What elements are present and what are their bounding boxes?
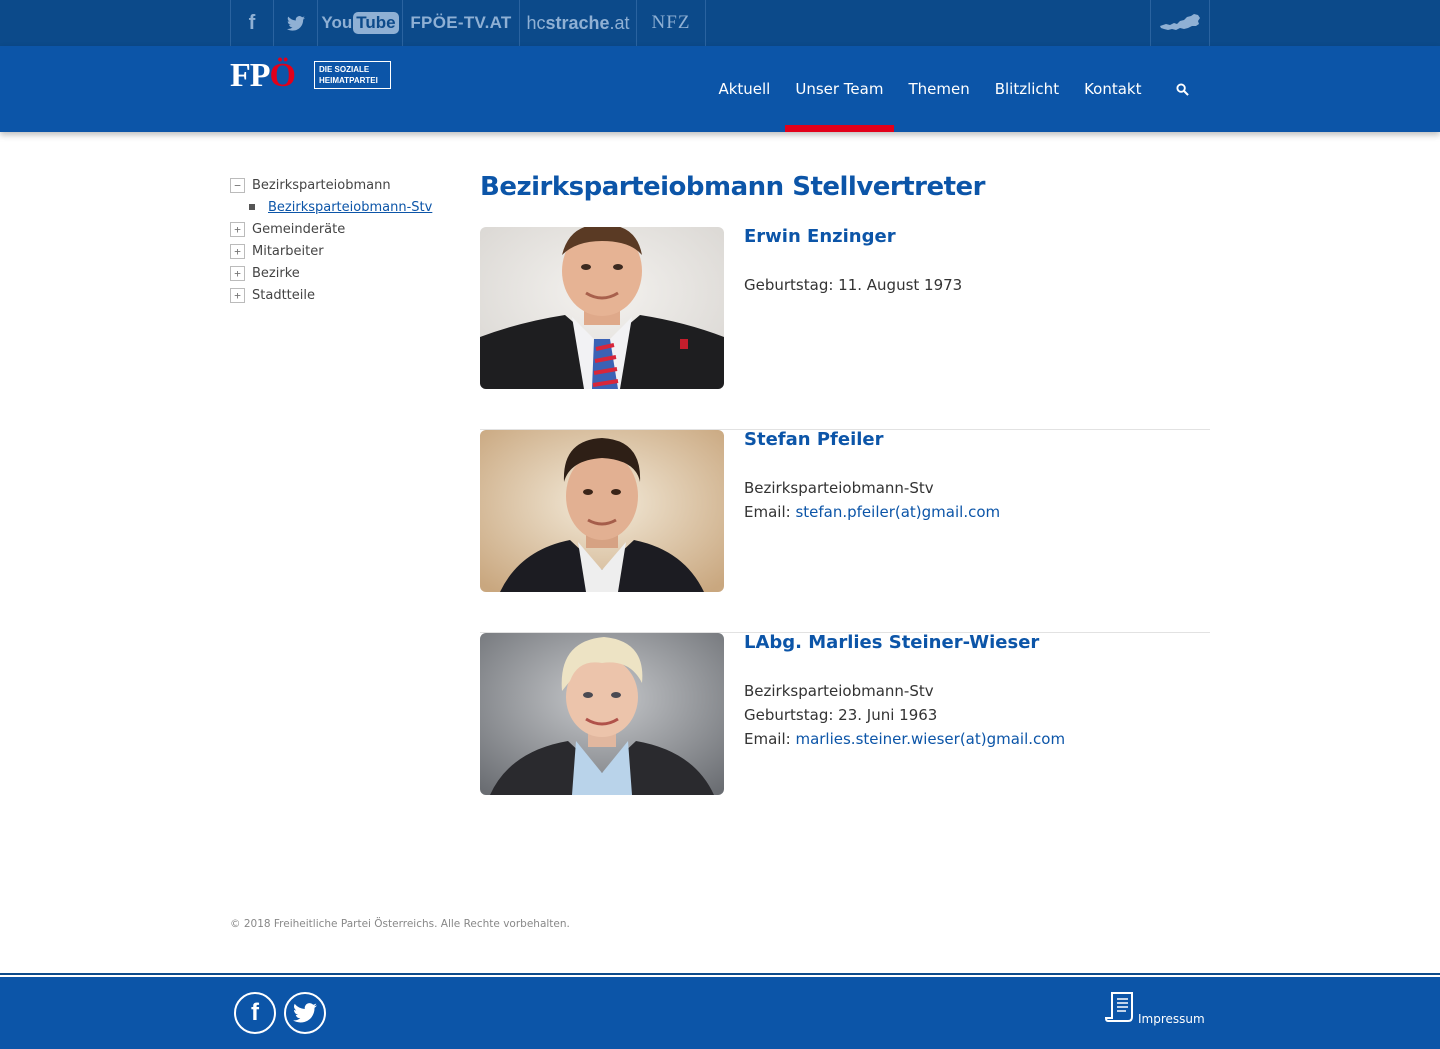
- footer-facebook-icon[interactable]: f: [234, 992, 276, 1034]
- tree-item-label[interactable]: Bezirksparteiobmann: [252, 178, 391, 193]
- person-name: Erwin Enzinger: [744, 226, 896, 247]
- fpoe-logo[interactable]: FPÖ DIE SOZIALE HEIMATPARTEI: [230, 57, 392, 94]
- tree-item-gemeinderaete[interactable]: + Gemeinderäte: [230, 218, 450, 240]
- social-topbar: f You Tube FPÖE-TV.AT hc strache .at NFZ: [0, 0, 1440, 46]
- tree-item-label[interactable]: Stadtteile: [252, 288, 315, 303]
- person-role: Bezirksparteiobmann-Stv: [744, 479, 934, 497]
- tree-item-mitarbeiter[interactable]: + Mitarbeiter: [230, 240, 450, 262]
- tree-item-label[interactable]: Bezirke: [252, 266, 300, 281]
- main-nav: Aktuell Unser Team Themen Blitzlicht Kon…: [706, 46, 1210, 132]
- person-photo: [480, 430, 724, 592]
- logo-tagline-2: HEIMATPARTEI: [319, 76, 378, 85]
- fpoe-tv-link[interactable]: FPÖE-TV.AT: [402, 0, 519, 46]
- tree-item-label[interactable]: Gemeinderäte: [252, 222, 345, 237]
- expand-toggle-icon[interactable]: +: [230, 287, 245, 303]
- hcstrache-hc: hc: [526, 12, 546, 33]
- square-bullet-icon: [249, 204, 255, 210]
- person-email-line: Email: stefan.pfeiler(at)gmail.com: [744, 500, 1210, 524]
- email-label: Email:: [744, 503, 796, 521]
- nav-blitzlicht[interactable]: Blitzlicht: [982, 46, 1071, 132]
- tree-item-bezirksparteiobmann[interactable]: − Bezirksparteiobmann: [230, 174, 450, 196]
- person-role: Bezirksparteiobmann-Stv: [744, 682, 934, 700]
- email-label: Email:: [744, 730, 796, 748]
- tree-item-bezirke[interactable]: + Bezirke: [230, 262, 450, 284]
- footer-divider: [0, 973, 1440, 975]
- search-icon[interactable]: [1154, 46, 1210, 132]
- tree-item-label[interactable]: Mitarbeiter: [252, 244, 324, 259]
- person-card: Stefan Pfeiler Bezirksparteiobmann-Stv E…: [480, 430, 1210, 633]
- twitter-icon[interactable]: [273, 0, 317, 46]
- nav-kontakt[interactable]: Kontakt: [1072, 46, 1154, 132]
- email-link[interactable]: stefan.pfeiler(at)gmail.com: [795, 503, 1000, 521]
- person-birthday: Geburtstag: 11. August 1973: [744, 276, 963, 294]
- impressum-label[interactable]: Impressum: [1138, 1012, 1205, 1026]
- facebook-icon[interactable]: f: [230, 0, 273, 46]
- document-icon: [1104, 991, 1136, 1026]
- logo-o: Ö: [269, 57, 296, 94]
- logo-fp: FP: [230, 57, 271, 94]
- collapse-toggle-icon[interactable]: −: [230, 177, 245, 193]
- main-header: FPÖ DIE SOZIALE HEIMATPARTEI Aktuell Uns…: [0, 46, 1440, 132]
- nav-unser-team[interactable]: Unser Team: [783, 46, 896, 132]
- hcstrache-strache: strache: [545, 12, 610, 33]
- person-name: LAbg. Marlies Steiner-Wieser: [744, 632, 1040, 653]
- impressum-link[interactable]: Impressum: [1104, 992, 1205, 1026]
- expand-toggle-icon[interactable]: +: [230, 243, 245, 259]
- austria-map-icon[interactable]: [1150, 0, 1210, 46]
- logo-letters: FPÖ: [230, 57, 296, 94]
- youtube-logo: You Tube: [321, 12, 399, 34]
- page-title: Bezirksparteiobmann Stellvertreter: [480, 172, 986, 202]
- tree-item-stadtteile[interactable]: + Stadtteile: [230, 284, 450, 306]
- footer-twitter-icon[interactable]: [284, 992, 326, 1034]
- nav-themen[interactable]: Themen: [896, 46, 982, 132]
- person-card: LAbg. Marlies Steiner-Wieser Bezirkspart…: [480, 633, 1210, 836]
- person-photo: [480, 633, 724, 795]
- person-card: Erwin Enzinger Geburtstag: 11. August 19…: [480, 227, 1210, 430]
- tree-item-bezirksparteiobmann-stv[interactable]: Bezirksparteiobmann-Stv: [230, 196, 450, 218]
- person-birthday: Geburtstag: 23. Juni 1963: [744, 706, 938, 724]
- social-topbar-inner: f You Tube FPÖE-TV.AT hc strache .at NFZ: [230, 0, 1210, 46]
- main-content: Bezirksparteiobmann Stellvertreter Erwin…: [480, 166, 1210, 836]
- youtube-link[interactable]: You Tube: [317, 0, 402, 46]
- youtube-you-text: You: [321, 13, 353, 32]
- tree-item-label-link[interactable]: Bezirksparteiobmann-Stv: [268, 200, 432, 215]
- person-photo: [480, 227, 724, 389]
- person-email-line: Email: marlies.steiner.wieser(at)gmail.c…: [744, 727, 1210, 751]
- expand-toggle-icon[interactable]: +: [230, 265, 245, 281]
- hcstrache-at: .at: [609, 12, 630, 33]
- person-info: Erwin Enzinger Geburtstag: 11. August 19…: [744, 227, 1210, 297]
- logo-tagline: DIE SOZIALE HEIMATPARTEI: [314, 61, 391, 89]
- person-name: Stefan Pfeiler: [744, 429, 884, 450]
- logo-tagline-1: DIE SOZIALE: [319, 65, 370, 74]
- nfz-link[interactable]: NFZ: [636, 0, 706, 46]
- copyright-text: © 2018 Freiheitliche Partei Österreichs.…: [230, 918, 570, 930]
- team-tree-nav: − Bezirksparteiobmann Bezirksparteiobman…: [230, 174, 450, 306]
- page-footer: f Impressum: [0, 977, 1440, 1049]
- person-info: Stefan Pfeiler Bezirksparteiobmann-Stv E…: [744, 430, 1210, 524]
- person-info: LAbg. Marlies Steiner-Wieser Bezirkspart…: [744, 633, 1210, 751]
- expand-toggle-icon[interactable]: +: [230, 221, 245, 237]
- youtube-tube-text: Tube: [353, 12, 399, 34]
- hcstrache-link[interactable]: hc strache .at: [519, 0, 636, 46]
- nav-aktuell[interactable]: Aktuell: [706, 46, 783, 132]
- email-link[interactable]: marlies.steiner.wieser(at)gmail.com: [795, 730, 1065, 748]
